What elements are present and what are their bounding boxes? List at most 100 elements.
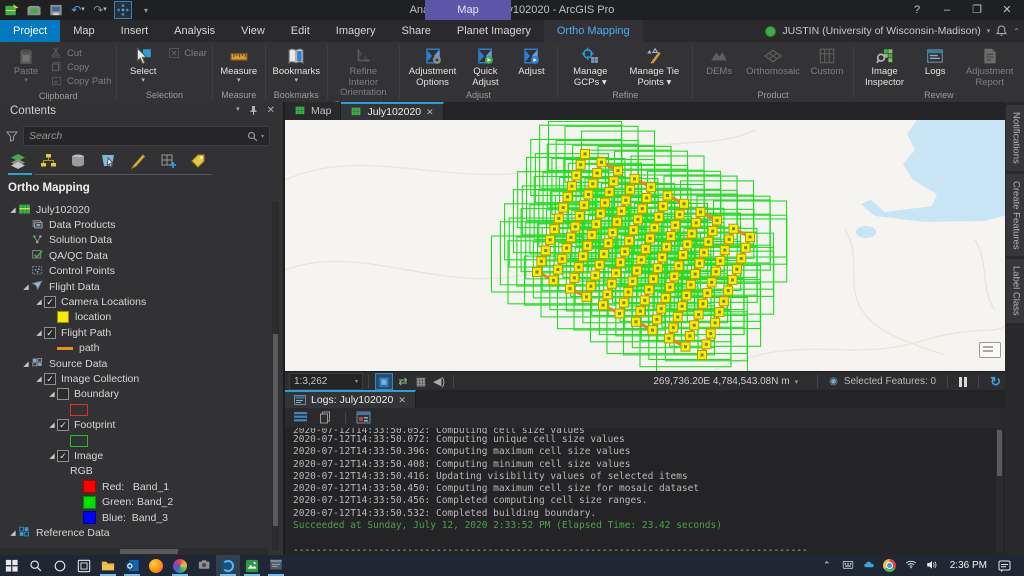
search-icon[interactable] <box>247 131 258 142</box>
action-center-icon[interactable] <box>998 560 1020 572</box>
taskbar-arcgis-pro-icon[interactable] <box>216 555 240 576</box>
onscreen-navigator-icon[interactable] <box>979 342 1001 358</box>
contextual-tab-group-map[interactable]: Map <box>425 0 511 20</box>
list-by-snapping-icon[interactable] <box>158 152 178 170</box>
ribbon-tab-edit[interactable]: Edit <box>278 20 323 42</box>
pause-drawing-icon[interactable] <box>959 377 967 387</box>
view-tab-map[interactable]: Map <box>285 102 341 120</box>
list-by-labeling-icon[interactable] <box>188 152 208 170</box>
expand-arrow-icon[interactable]: ◢ <box>34 375 44 383</box>
symbol-swatch[interactable] <box>57 311 69 323</box>
measure-button[interactable]: Measure▾ <box>216 44 262 89</box>
ribbon-tab-project[interactable]: Project <box>0 20 60 42</box>
sound-toggle-icon[interactable]: ◀) <box>431 374 447 389</box>
ribbon-tab-imagery[interactable]: Imagery <box>323 20 389 42</box>
manage-tie-points-button[interactable]: Manage Tie Points ▾ <box>619 44 689 89</box>
snapping-toggle-icon[interactable]: ▣ <box>375 373 393 390</box>
catalog-layers-icon[interactable] <box>68 152 88 170</box>
tree-item-image-collection[interactable]: ◢✓Image Collection <box>0 371 268 386</box>
symbol-swatch[interactable] <box>70 435 88 447</box>
grid-toggle-icon[interactable]: ▦ <box>413 374 429 389</box>
tree-item-rgb[interactable]: RGB <box>0 464 268 479</box>
tree-item-source-data[interactable]: ◢Source Data <box>0 356 268 371</box>
list-by-editing-icon[interactable] <box>128 152 148 170</box>
account-dropdown-icon[interactable]: ▾ <box>987 27 991 35</box>
open-project-icon[interactable] <box>26 2 42 18</box>
expand-arrow-icon[interactable]: ◢ <box>47 421 57 429</box>
layer-checkbox[interactable]: ✓ <box>44 296 56 308</box>
tree-item-blue-band-3[interactable]: Blue: Band_3 <box>0 510 268 525</box>
view-tab-july102020[interactable]: July102020✕ <box>341 102 443 120</box>
new-project-icon[interactable] <box>4 2 20 18</box>
manage-gcps-button[interactable]: Manage GCPs ▾ <box>561 44 619 89</box>
layer-checkbox[interactable]: ✓ <box>57 419 69 431</box>
close-panel-icon[interactable]: ✕ <box>267 105 275 116</box>
filter-icon[interactable] <box>6 130 18 142</box>
coordinate-readout[interactable]: 269,736.20E 4,784,543.08N m ▾ <box>653 376 798 387</box>
tree-item-control-points[interactable]: Control Points <box>0 264 268 279</box>
help-button[interactable]: ? <box>902 0 932 20</box>
expand-arrow-icon[interactable]: ◢ <box>34 298 44 306</box>
symbol-swatch[interactable] <box>57 347 73 350</box>
taskbar-green-image-app-icon[interactable] <box>240 555 264 576</box>
expand-arrow-icon[interactable]: ◢ <box>21 283 31 291</box>
dock-tab-create-features[interactable]: Create Features <box>1006 174 1024 257</box>
tray-onedrive-icon[interactable] <box>862 559 876 573</box>
tree-item-image[interactable]: ◢✓Image <box>0 448 268 463</box>
taskbar-start-button[interactable] <box>0 555 24 576</box>
log-output[interactable]: 2020-07-12T14:33:50.052: Computing cell … <box>285 428 999 555</box>
pin-icon[interactable] <box>249 105 258 116</box>
ribbon-tab-insert[interactable]: Insert <box>108 20 162 42</box>
contents-horizontal-scrollbar[interactable] <box>0 548 268 555</box>
draw-order-icon[interactable] <box>8 152 28 170</box>
tree-item-camera-locations[interactable]: ◢✓Camera Locations <box>0 294 268 309</box>
taskbar-outlook-icon[interactable] <box>120 555 144 576</box>
tray-keyboard-icon[interactable] <box>841 559 855 573</box>
contents-vertical-scrollbar[interactable] <box>272 202 279 550</box>
tree-item-july102020[interactable]: ◢July102020 <box>0 202 268 217</box>
save-project-icon[interactable] <box>48 2 64 18</box>
tray-volume-icon[interactable] <box>925 559 939 573</box>
adjustment-options-button[interactable]: Adjustment Options <box>403 44 463 89</box>
logs-button[interactable]: Logs <box>912 44 958 89</box>
redo-button[interactable]: ↷▾ <box>92 2 108 18</box>
taskbar-clock[interactable]: 2:36 PM <box>946 560 991 571</box>
taskbar-window-app-icon[interactable] <box>264 555 288 576</box>
taskbar-camera-app-icon[interactable] <box>192 555 216 576</box>
tray-chrome-icon[interactable] <box>883 559 897 573</box>
search-options-icon[interactable]: ▾ <box>261 133 264 140</box>
layer-checkbox[interactable] <box>57 388 69 400</box>
dock-tab-label-class[interactable]: Label Class <box>1006 259 1024 323</box>
symbol-swatch[interactable] <box>70 404 88 416</box>
taskbar-task-view-icon[interactable] <box>72 555 96 576</box>
minimize-button[interactable]: – <box>932 0 962 20</box>
auto-refresh-icon[interactable]: ⇄ <box>395 374 411 389</box>
expand-arrow-icon[interactable]: ◢ <box>47 452 57 460</box>
close-tab-icon[interactable]: ✕ <box>426 107 434 118</box>
signed-in-user[interactable]: JUSTIN (University of Wisconsin-Madison) <box>782 25 980 37</box>
taskbar-color-wheel-app-icon[interactable] <box>168 555 192 576</box>
tree-item-reference-data[interactable]: ◢Reference Data <box>0 525 268 540</box>
taskbar-cortana-icon[interactable] <box>48 555 72 576</box>
list-by-source-icon[interactable] <box>38 152 58 170</box>
symbol-swatch[interactable] <box>83 511 96 524</box>
expand-arrow-icon[interactable]: ◢ <box>8 206 18 214</box>
ribbon-tab-planet-imagery[interactable]: Planet Imagery <box>444 20 544 42</box>
coords-dropdown-icon[interactable]: ▾ <box>795 378 799 386</box>
tree-item-path[interactable]: path <box>0 341 268 356</box>
tree-item-red-band-1[interactable]: Red: Band_1 <box>0 479 268 494</box>
tree-item-qa-qc-data[interactable]: QA/QC Data <box>0 248 268 263</box>
logs-tab[interactable]: Logs: July102020 ✕ <box>285 390 416 408</box>
copy-log-icon[interactable] <box>319 411 335 425</box>
layer-checkbox[interactable]: ✓ <box>44 373 56 385</box>
select-button[interactable]: Select▾ <box>120 44 166 89</box>
customize-qat-button[interactable]: ▾ <box>138 2 154 18</box>
map-scale-select[interactable]: 1:3,262 ▾ <box>289 373 363 390</box>
ribbon-tab-ortho-mapping[interactable]: Ortho Mapping <box>544 20 643 42</box>
ribbon-tab-view[interactable]: View <box>228 20 278 42</box>
open-log-file-icon[interactable] <box>356 411 372 425</box>
dock-tab-notifications[interactable]: Notifications <box>1006 105 1024 171</box>
bookmarks-button[interactable]: Bookmarks▾ <box>269 44 325 89</box>
tray-chevron-up-icon[interactable]: ⌃ <box>820 559 834 573</box>
taskbar-search-icon[interactable] <box>24 555 48 576</box>
